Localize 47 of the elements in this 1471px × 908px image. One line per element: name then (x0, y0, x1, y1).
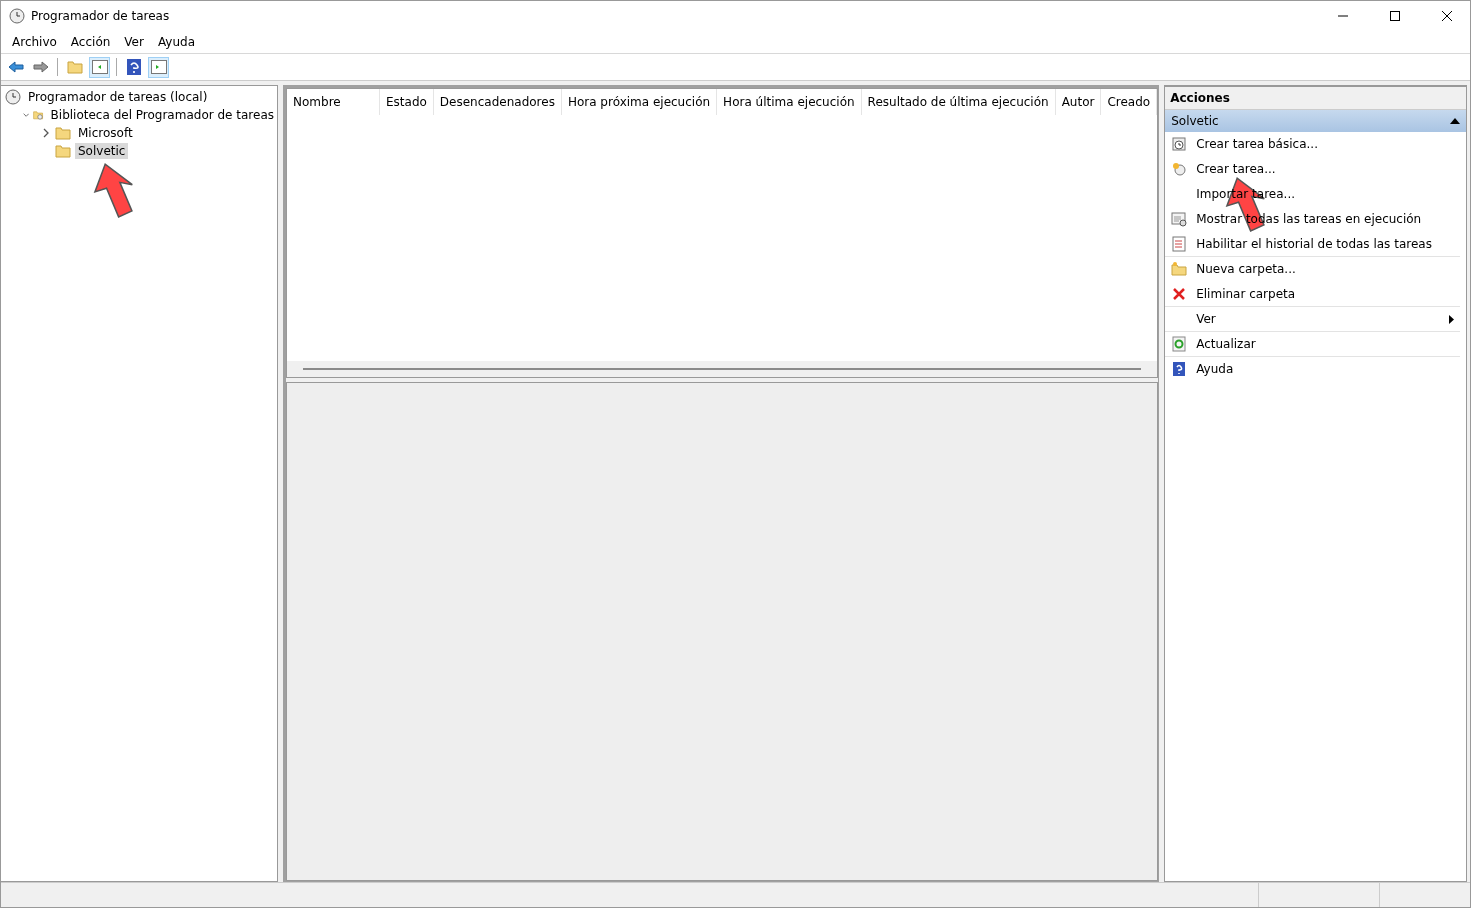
menu-item[interactable]: Ver (117, 35, 151, 49)
folder-icon (55, 126, 71, 140)
column-header[interactable]: Resultado de última ejecución (861, 89, 1056, 115)
clock-icon (5, 89, 21, 105)
tree-item[interactable]: Biblioteca del Programador de tareas (47, 107, 277, 123)
panel-title: Acciones (1165, 87, 1466, 110)
maximize-icon (1390, 11, 1400, 21)
column-header[interactable]: Creado (1101, 89, 1158, 115)
horizontal-scrollbar[interactable] (287, 361, 1158, 377)
column-header[interactable]: Hora última ejecución (717, 89, 862, 115)
action-item[interactable]: Ver (1165, 307, 1460, 332)
calendar-clock-icon (1171, 136, 1188, 152)
menu-item[interactable]: Acción (63, 35, 118, 49)
column-header[interactable]: Autor (1055, 89, 1102, 115)
action-item[interactable]: Crear tarea... (1165, 157, 1460, 182)
action-item[interactable]: Crear tarea básica... (1165, 132, 1460, 157)
collapse-icon[interactable] (1450, 118, 1460, 124)
column-header[interactable]: Hora próxima ejecución (561, 89, 718, 115)
submenu-arrow-icon (1449, 314, 1454, 324)
menu-item[interactable]: Ayuda (150, 35, 202, 49)
refresh-icon (1171, 336, 1188, 352)
help-icon (1171, 361, 1188, 377)
tree-item[interactable]: Solvetic (75, 143, 129, 159)
chevron-right-icon[interactable] (41, 128, 51, 138)
notepad-icon (1171, 236, 1188, 252)
show-actions-button[interactable] (148, 56, 169, 78)
new-folder-icon (1171, 261, 1188, 277)
delete-icon (1171, 286, 1188, 302)
column-header[interactable]: Nombre (287, 89, 380, 115)
app-clock-icon (9, 8, 25, 24)
window-title: Programador de tareas (31, 9, 171, 23)
folder-icon (55, 144, 71, 158)
menu-item[interactable]: Archivo (5, 35, 64, 49)
action-item[interactable]: Eliminar carpeta (1165, 282, 1460, 307)
action-item[interactable]: Habilitar el historial de todas las tareas (1165, 232, 1460, 257)
column-header[interactable]: Desencadenadores (433, 89, 562, 115)
close-icon (1442, 11, 1452, 21)
action-item[interactable]: Nueva carpeta... (1165, 257, 1460, 282)
action-item[interactable]: Ayuda (1165, 357, 1460, 382)
window-clock-icon (1171, 211, 1188, 227)
action-item[interactable]: Actualizar (1165, 332, 1460, 357)
chevron-down-icon[interactable] (23, 110, 30, 120)
column-header[interactable]: Estado (380, 89, 434, 115)
tree-item[interactable]: Programador de tareas (local) (25, 89, 211, 105)
section-header[interactable]: Solvetic (1165, 110, 1466, 132)
tree-item[interactable]: Microsoft (75, 125, 136, 141)
show-tree-button[interactable] (89, 56, 110, 78)
